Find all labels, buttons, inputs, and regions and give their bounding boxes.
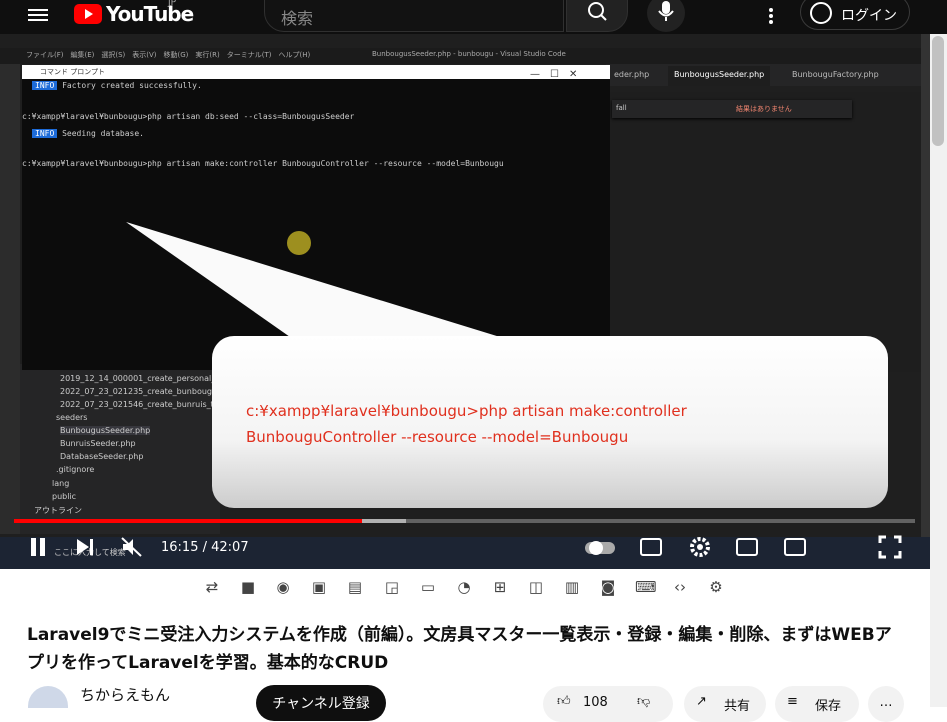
audio-icon[interactable]: ◉ <box>274 578 292 596</box>
find-value: fall <box>616 104 627 112</box>
cmd-line: INFO Seeding database. <box>32 129 144 138</box>
subtitles-icon[interactable] <box>640 538 662 556</box>
fullscreen-icon[interactable] <box>878 535 902 564</box>
explorer-item: DatabaseSeeder.php <box>60 452 144 461</box>
callout-line: BunbouguController --resource --model=Bu… <box>246 428 629 446</box>
save-label: 保存 <box>815 699 842 714</box>
loop-icon[interactable]: ⇄ <box>203 578 221 596</box>
resize-icon[interactable]: ◲ <box>383 578 401 596</box>
vscode-scrollbar <box>921 34 930 569</box>
page-scrollbar-thumb[interactable] <box>932 36 944 146</box>
next-icon[interactable] <box>74 535 96 564</box>
cmd-titlebar: コマンド プロンプト — ☐ ✕ <box>22 65 610 80</box>
keyboard-icon[interactable]: ⌨ <box>635 578 657 596</box>
explorer-item: BunruisSeeder.php <box>60 439 136 448</box>
explorer-item: seeders <box>56 413 88 422</box>
camera-icon[interactable]: ◙ <box>599 578 617 596</box>
menu-icon[interactable] <box>28 6 48 26</box>
video-title: Laravel9でミニ受注入力システムを作成（前編）。文房具マスター一覧表示・登… <box>27 625 892 673</box>
more-actions-icon[interactable]: … <box>868 686 904 722</box>
settings-icon[interactable] <box>688 535 712 564</box>
search-button[interactable] <box>566 0 628 32</box>
cmd-line: c:¥xampp¥laravel¥bunbougu>php artisan db… <box>22 112 355 121</box>
mute-icon[interactable] <box>120 535 144 564</box>
brand-name[interactable]: YouTube <box>106 2 194 26</box>
plus-icon[interactable]: ⊞ <box>491 578 509 596</box>
subtitle-icon[interactable]: ▥ <box>563 578 581 596</box>
like-count: 108 <box>583 695 608 710</box>
share-label: 共有 <box>724 699 751 714</box>
more-options-icon[interactable] <box>766 6 776 31</box>
theater-icon[interactable]: ▭ <box>419 578 437 596</box>
region-label: JP <box>168 0 177 8</box>
video-player[interactable]: ファイル(F) 編集(E) 選択(S) 表示(V) 移動(G) 実行(R) ター… <box>0 34 930 569</box>
cmd-title: コマンド プロンプト <box>40 68 106 76</box>
explorer-item: BunbougusSeeder.php <box>60 426 151 435</box>
like-dislike-button[interactable]: 👍︎ 108 👎︎ <box>543 686 673 722</box>
vscode-window-title: BunbougusSeeder.php - bunbougu - Visual … <box>372 50 566 58</box>
miniplayer-icon[interactable] <box>736 538 758 556</box>
window-controls: — ☐ ✕ <box>530 69 578 80</box>
clapper-icon[interactable]: ▤ <box>346 578 364 596</box>
search-input[interactable]: 検索 <box>264 0 564 32</box>
vscode-tab: BunbouguFactory.php <box>792 70 879 79</box>
code-icon[interactable]: ‹› <box>671 578 689 596</box>
callout-line: c:¥xampp¥laravel¥bunbougu>php artisan ma… <box>246 402 687 420</box>
progress-played <box>14 519 362 523</box>
cmd-line: INFO Factory created successfully. <box>32 81 202 90</box>
search-icon <box>588 2 607 21</box>
theater-mode-icon[interactable] <box>784 538 806 556</box>
share-button[interactable]: ↗ 共有 <box>684 686 766 722</box>
channel-name[interactable]: ちからえもん <box>80 684 170 705</box>
vscode-tab: eder.php <box>614 70 650 79</box>
stop-icon[interactable]: ■ <box>239 578 257 596</box>
screenshot-icon[interactable]: ▣ <box>310 578 328 596</box>
find-result: 結果はありません <box>736 105 792 113</box>
explorer-item: lang <box>52 479 70 488</box>
vscode-tab-active: BunbougusSeeder.php <box>668 66 771 86</box>
avatar[interactable] <box>28 686 68 708</box>
explorer-item: public <box>52 492 77 501</box>
callout-text: c:¥xampp¥laravel¥bunbougu>php artisan ma… <box>246 398 687 450</box>
vscode-activity-bar <box>0 64 20 534</box>
save-button[interactable]: ≡ 保存 <box>775 686 859 722</box>
explorer-item: アウトライン <box>34 506 82 515</box>
time-display: 16:15 / 42:07 <box>161 540 249 555</box>
autoplay-toggle[interactable] <box>584 535 618 564</box>
speed-icon[interactable]: ◔ <box>455 578 473 596</box>
mirror-icon[interactable]: ◫ <box>527 578 545 596</box>
youtube-logo-icon[interactable] <box>74 4 102 24</box>
voice-search-button[interactable] <box>647 0 685 32</box>
cmd-line: c:¥xampp¥laravel¥bunbougu>php artisan ma… <box>22 159 504 168</box>
vscode-editor <box>610 92 930 372</box>
pause-icon[interactable] <box>28 535 48 564</box>
masthead: YouTube JP 検索 ログイン <box>0 0 947 34</box>
microphone-icon <box>658 1 674 21</box>
settings-icon[interactable]: ⚙ <box>707 578 725 596</box>
vscode-find-widget: fall 結果はありません <box>612 100 852 118</box>
subscribe-button[interactable]: チャンネル登録 <box>256 685 386 721</box>
vscode-menu: ファイル(F) 編集(E) 選択(S) 表示(V) 移動(G) 実行(R) ター… <box>26 51 311 59</box>
account-icon <box>810 2 832 24</box>
explorer-item: .gitignore <box>56 465 95 474</box>
